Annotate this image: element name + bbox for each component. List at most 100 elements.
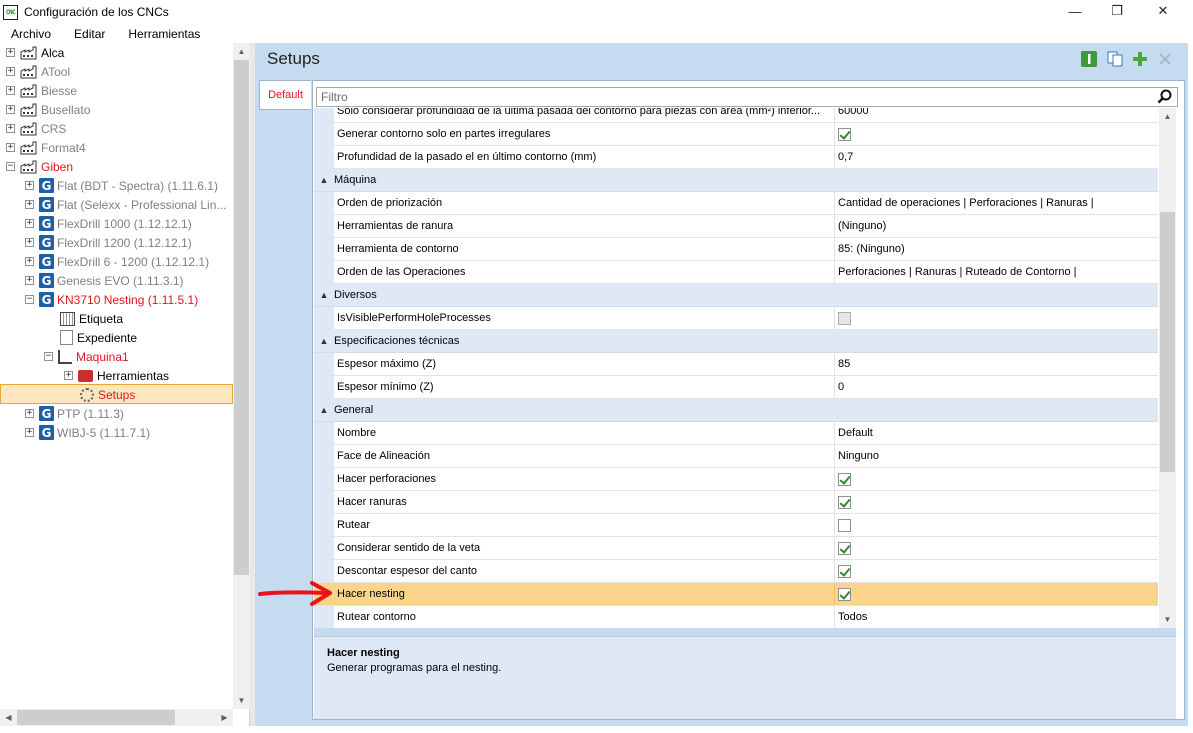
property-checkbox[interactable] [838,587,851,601]
info-button[interactable] [1080,50,1098,68]
property-row[interactable]: Hacer perforaciones [314,468,1158,491]
tree-node[interactable]: + G Flat (Selexx - Professional Lin... [25,195,226,214]
property-row[interactable]: Solo considerar profundidad de la última… [314,108,1158,123]
category-header[interactable]: ▲ General [314,399,1158,422]
property-row[interactable]: Generar contorno solo en partes irregula… [314,123,1158,146]
collapse-icon[interactable]: ▲ [314,336,334,346]
tree-node[interactable]: + G Flat (BDT - Spectra) (1.11.6.1) [25,176,218,195]
expand-icon[interactable]: + [6,105,15,114]
property-value[interactable]: 85: (Ninguno) [835,238,1158,260]
expand-icon[interactable]: + [25,219,34,228]
tree-scroll-thumb[interactable] [234,60,249,575]
copy-button[interactable] [1106,50,1124,68]
property-row[interactable]: Orden de priorización Cantidad de operaci… [314,192,1158,215]
tree-node[interactable]: Setups [80,385,135,404]
tree-node[interactable]: + Format4 [6,138,86,157]
property-checkbox[interactable] [838,518,851,532]
expand-icon[interactable]: + [6,86,15,95]
property-value[interactable]: Perforaciones | Ranuras | Ruteado de Con… [835,261,1158,283]
tree-node[interactable]: + CRS [6,119,66,138]
maximize-button[interactable]: ❐ [1094,0,1140,22]
property-row[interactable]: Profundidad de la pasado el en último co… [314,146,1158,169]
scroll-down-icon[interactable]: ▼ [1159,611,1176,628]
scroll-right-icon[interactable]: ▶ [216,709,233,726]
property-value[interactable]: 85 [835,353,1158,375]
expand-icon[interactable]: + [6,143,15,152]
tree-node[interactable]: − G KN3710 Nesting (1.11.5.1) [25,290,198,309]
tree-vertical-scrollbar[interactable]: ▲ ▼ [233,43,250,709]
expand-icon[interactable]: + [25,257,34,266]
category-header[interactable]: ▲ Diversos [314,284,1158,307]
tree-node[interactable]: − Maquina1 [44,347,129,366]
tab-default[interactable]: Default [259,80,311,110]
tree-node[interactable]: + Alca [6,43,64,62]
tree-node[interactable]: + G FlexDrill 6 - 1200 (1.12.12.1) [25,252,209,271]
property-row[interactable]: Rutear contorno Todos [314,606,1158,628]
collapse-icon[interactable]: ▲ [314,175,334,185]
expand-icon[interactable]: + [25,181,34,190]
expand-icon[interactable]: + [25,409,34,418]
tree-horizontal-scrollbar[interactable]: ◀ ▶ [0,709,233,726]
grid-vertical-scrollbar[interactable]: ▲ ▼ [1159,108,1176,628]
scroll-left-icon[interactable]: ◀ [0,709,17,726]
expand-icon[interactable]: + [25,428,34,437]
property-value[interactable]: 60000 [835,108,1158,122]
collapse-icon[interactable]: − [44,352,53,361]
property-row[interactable]: Herramientas de ranura (Ninguno) [314,215,1158,238]
property-value[interactable]: Default [835,422,1158,444]
category-header[interactable]: ▲ Especificaciones técnicas [314,330,1158,353]
tree-node[interactable]: + Biesse [6,81,77,100]
property-row[interactable]: Hacer ranuras [314,491,1158,514]
menu-editar[interactable]: Editar [63,27,117,41]
property-value[interactable]: 0 [835,376,1158,398]
grid-scroll-thumb[interactable] [1160,212,1175,472]
close-button[interactable]: ✕ [1140,0,1186,22]
property-row[interactable]: Espesor mínimo (Z) 0 [314,376,1158,399]
collapse-icon[interactable]: − [6,162,15,171]
property-row[interactable]: Considerar sentido de la veta [314,537,1158,560]
filter-input[interactable] [317,88,1153,106]
property-row[interactable]: Descontar espesor del canto [314,560,1158,583]
property-value[interactable]: Todos [835,606,1158,628]
property-value[interactable]: (Ninguno) [835,215,1158,237]
collapse-icon[interactable]: ▲ [314,405,334,415]
scroll-down-icon[interactable]: ▼ [233,692,250,709]
property-checkbox[interactable] [838,541,851,555]
property-checkbox[interactable] [838,564,851,578]
category-header[interactable]: ▲ Máquina [314,169,1158,192]
add-button[interactable] [1131,50,1149,68]
property-row[interactable]: Orden de las Operaciones Perforaciones | … [314,261,1158,284]
property-checkbox[interactable] [838,495,851,509]
description-splitter[interactable] [314,628,1176,636]
tree-node[interactable]: + Busellato [6,100,90,119]
property-row[interactable]: Face de Alineación Ninguno [314,445,1158,468]
tree-node[interactable]: + G FlexDrill 1200 (1.12.12.1) [25,233,192,252]
tree-node[interactable]: Expediente [60,328,137,347]
tree-node[interactable]: + G PTP (1.11.3) [25,404,124,423]
property-value[interactable]: Cantidad de operaciones | Perforaciones … [835,192,1158,214]
property-checkbox[interactable] [838,127,851,141]
menu-archivo[interactable]: Archivo [0,27,63,41]
property-row[interactable]: Rutear [314,514,1158,537]
expand-icon[interactable]: + [6,48,15,57]
tree-node[interactable]: + G WIBJ-5 (1.11.7.1) [25,423,150,442]
menu-herramientas[interactable]: Herramientas [117,27,212,41]
minimize-button[interactable]: — [1052,0,1098,22]
search-icon[interactable] [1157,89,1173,105]
tree-node[interactable]: Etiqueta [60,309,123,328]
property-row[interactable]: Espesor máximo (Z) 85 [314,353,1158,376]
tree-node[interactable]: + ATool [6,62,70,81]
tree-node[interactable]: + Herramientas [64,366,169,385]
property-checkbox[interactable] [838,472,851,486]
property-row[interactable]: Nombre Default [314,422,1158,445]
tree-node[interactable]: + G Genesis EVO (1.11.3.1) [25,271,184,290]
property-value[interactable]: Ninguno [835,445,1158,467]
expand-icon[interactable]: + [25,200,34,209]
property-row[interactable]: Hacer nesting [314,583,1158,606]
expand-icon[interactable]: + [25,238,34,247]
collapse-icon[interactable]: − [25,295,34,304]
tree-node[interactable]: − Giben [6,157,73,176]
property-value[interactable]: 0,7 [835,146,1158,168]
property-row[interactable]: Herramienta de contorno 85: (Ninguno) [314,238,1158,261]
property-row[interactable]: IsVisiblePerformHoleProcesses [314,307,1158,330]
